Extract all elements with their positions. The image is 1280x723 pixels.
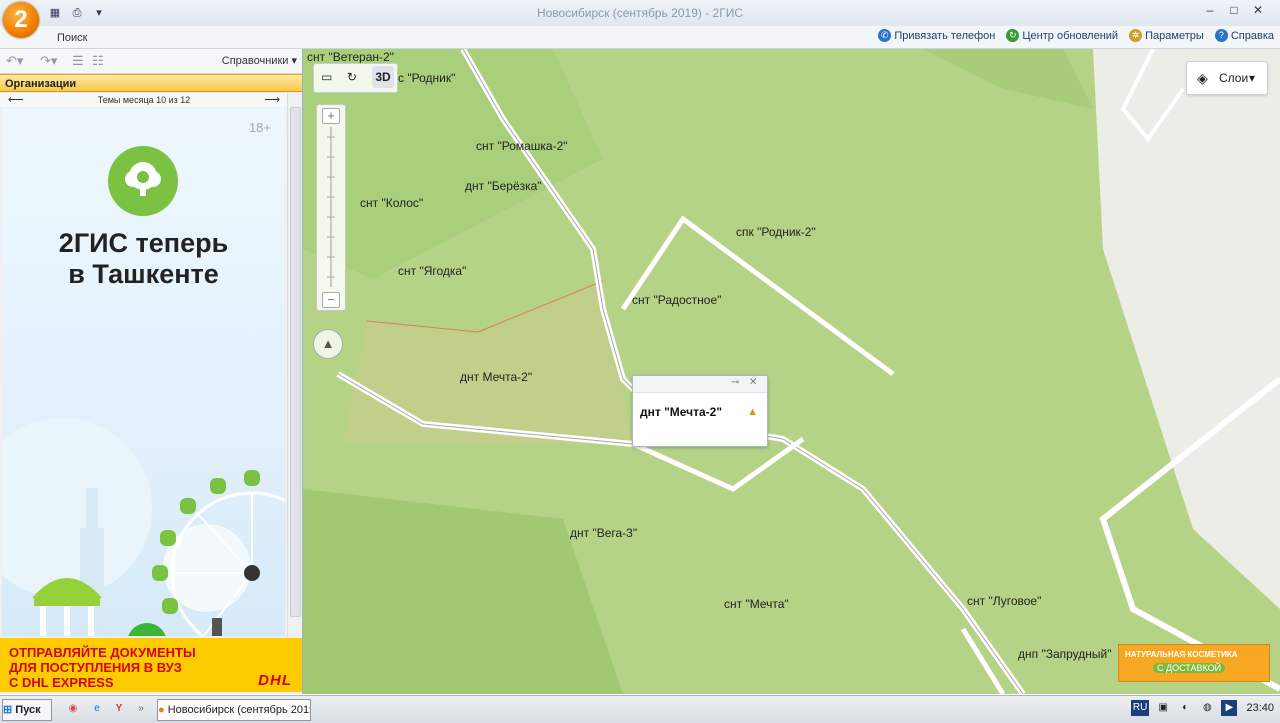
promo-headline: 2ГИС теперь в Ташкенте	[58, 228, 229, 289]
security-icon[interactable]: ◐	[1177, 700, 1193, 716]
close-icon[interactable]: ✕	[749, 377, 757, 388]
arrow-right-icon[interactable]: ⟶	[264, 93, 280, 107]
title-bar: ▦ ⎙ ▾ Новосибирск (сентябрь 2019) - 2ГИС –…	[0, 0, 1280, 27]
map-label[interactable]: снт "Ромашка-2"	[476, 139, 568, 153]
map-label[interactable]: снт "Мечта"	[724, 597, 789, 611]
map-label[interactable]: снт "Ветеран-2"	[307, 50, 394, 64]
app-logo[interactable]: 2	[3, 2, 39, 38]
map-canvas	[303, 49, 1280, 694]
system-tray: RU ▣ ◐ ◍ ▶ 23:40	[1128, 700, 1274, 716]
zoom-slider[interactable]	[323, 127, 339, 287]
scroll-thumb[interactable]	[290, 107, 301, 617]
ie-icon[interactable]: e	[89, 701, 105, 717]
forward-icon[interactable]: ↷▾	[40, 53, 57, 69]
popup-header: ⊸ ✕	[633, 376, 767, 393]
zoom-control: + −	[316, 104, 346, 311]
3d-button[interactable]: 3D	[372, 66, 394, 88]
tab-search[interactable]: Поиск	[57, 32, 87, 44]
ribbon-links: ✆ Привязать телефон ↻ Центр обновлений ✲ Па…	[870, 29, 1274, 42]
2gis-icon: ●	[158, 704, 165, 716]
directories-dropdown[interactable]: Справочники ▾	[222, 54, 297, 67]
layers-button[interactable]: ◈ Слои ▾	[1186, 61, 1268, 95]
gear-icon: ✲	[1129, 29, 1143, 42]
overflow-icon[interactable]: »	[133, 701, 149, 717]
layers-icon: ◈	[1197, 70, 1208, 86]
window-title: Новосибирск (сентябрь 2019) - 2ГИС	[536, 6, 744, 20]
language-indicator[interactable]: RU	[1131, 700, 1150, 716]
windows-icon: ⊞	[3, 704, 13, 716]
link-settings[interactable]: ✲ Параметры	[1129, 29, 1204, 42]
map-label[interactable]: снт "Ягодка"	[398, 264, 466, 278]
map-label[interactable]: днт Мечта-2"	[460, 370, 532, 384]
tree-logo-icon	[108, 146, 178, 216]
promo-card[interactable]: 18+ 2ГИС теперь в Ташкенте	[2, 108, 285, 636]
object-popup[interactable]: ⊸ ✕ днт "Мечта-2" ▲	[632, 375, 768, 447]
minimize-button[interactable]: –	[1198, 3, 1222, 17]
phone-icon: ✆	[878, 29, 892, 42]
cosmetics-ad[interactable]: НАТУРАЛЬНАЯ КОСМЕТИКА С ДОСТАВКОЙ	[1118, 644, 1270, 682]
volume-icon[interactable]: ◍	[1199, 700, 1215, 716]
maximize-button[interactable]: □	[1222, 3, 1246, 17]
arrow-left-icon[interactable]: ⟵	[8, 93, 24, 107]
compass-icon[interactable]: ▲	[313, 329, 343, 359]
chevron-down-icon: ▾	[1249, 71, 1256, 85]
yandex-icon[interactable]: Y	[111, 701, 127, 717]
map-label[interactable]: днт "Берёзка"	[465, 179, 542, 193]
map-view[interactable]: снт "Ветеран-2" с "Родник" снт "Ромашка-…	[303, 49, 1280, 694]
map-label[interactable]: спк "Родник-2"	[736, 225, 816, 239]
network-icon[interactable]: ▣	[1155, 700, 1171, 716]
zoom-out-button[interactable]: −	[322, 292, 340, 308]
dhl-logo: DHL	[258, 672, 292, 689]
start-button[interactable]: ⊞ Пуск	[2, 699, 52, 721]
taskbar-app-2gis[interactable]: ● Новосибирск (сентябрь 2019) - 2ГИС	[157, 699, 311, 721]
link-help[interactable]: ? Справка	[1214, 29, 1274, 42]
link-bind-phone[interactable]: ✆ Привязать телефон	[878, 29, 995, 42]
window-controls: – □ ✕	[1198, 3, 1270, 17]
tashkent-illustration	[2, 418, 285, 636]
zoom-in-button[interactable]: +	[322, 108, 340, 124]
chrome-icon[interactable]: ◉	[65, 701, 81, 717]
link-update-center[interactable]: ↻ Центр обновлений	[1006, 29, 1118, 42]
dhl-ad-text: ОТПРАВЛЯЙТЕ ДОКУМЕНТЫ ДЛЯ ПОСТУПЛЕНИЯ В …	[9, 645, 196, 690]
pin-icon[interactable]: ⊸	[731, 377, 739, 388]
map-label[interactable]: с "Родник"	[398, 71, 455, 85]
warning-icon: ▲	[747, 406, 758, 418]
dhl-ad-banner[interactable]: ОТПРАВЛЯЙТЕ ДОКУМЕНТЫ ДЛЯ ПОСТУПЛЕНИЯ В …	[0, 638, 302, 692]
map-label[interactable]: днп "Запрудный"	[1018, 647, 1112, 661]
map-label[interactable]: снт "Колос"	[360, 196, 423, 210]
clock[interactable]: 23:40	[1246, 702, 1274, 714]
themes-navigator: ⟵ Темы месяца 10 из 12 ⟶	[0, 93, 288, 107]
left-panel: ↶▾ ↷▾ ☰ ☷ Справочники ▾ Организации ⟵ Те…	[0, 49, 303, 694]
map-label[interactable]: снт "Луговое"	[967, 594, 1041, 608]
map-label[interactable]: днт "Вега-3"	[570, 526, 637, 540]
close-button[interactable]: ✕	[1246, 3, 1270, 17]
chevron-down-icon: ▾	[291, 55, 297, 67]
left-panel-scrollbar[interactable]	[287, 93, 302, 637]
ruler-icon[interactable]: ▭	[321, 70, 332, 84]
help-icon: ?	[1214, 29, 1228, 42]
taskbar: ⊞ Пуск ◉ e Y » ● Новосибирск (сентябрь 2…	[0, 695, 1280, 723]
age-badge: 18+	[248, 120, 271, 135]
rotate-icon[interactable]: ↻	[347, 70, 357, 84]
list-icon[interactable]: ☰	[72, 53, 84, 69]
media-icon[interactable]: ▶	[1221, 700, 1238, 716]
back-icon[interactable]: ↶▾	[6, 53, 23, 69]
ribbon: Поиск ✆ Привязать телефон ↻ Центр обновлен…	[0, 26, 1280, 49]
refresh-icon: ↻	[1006, 29, 1020, 42]
map-tools: ▭ ↻ 3D	[313, 63, 398, 93]
print-list-icon[interactable]: ☷	[92, 53, 104, 69]
left-panel-toolbar: ↶▾ ↷▾ ☰ ☷ Справочники ▾	[0, 49, 302, 74]
popup-title[interactable]: днт "Мечта-2"	[640, 405, 722, 419]
map-label[interactable]: снт "Радостное"	[632, 293, 721, 307]
organizations-header[interactable]: Организации	[0, 74, 302, 92]
